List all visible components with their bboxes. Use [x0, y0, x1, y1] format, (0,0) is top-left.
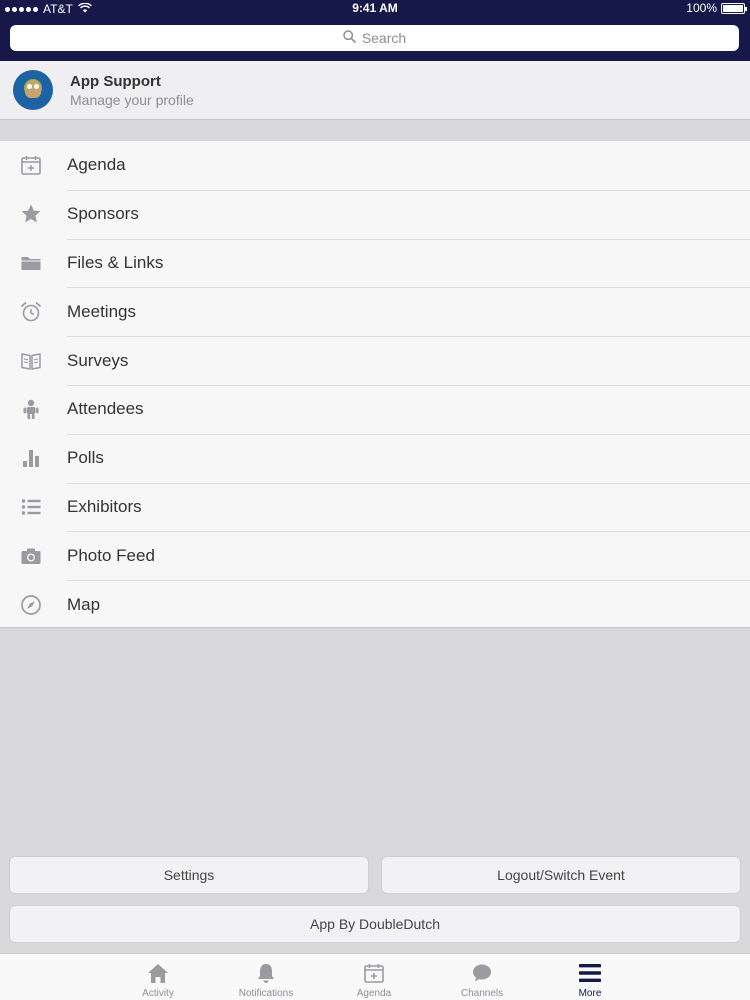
tab-label: More [578, 988, 602, 999]
settings-button[interactable]: Settings [9, 856, 369, 894]
menu-item-meetings[interactable]: Meetings [0, 287, 750, 336]
more-menu-list: Agenda Sponsors Files & Links Meetings S… [0, 140, 750, 628]
profile-subtitle: Manage your profile [70, 92, 194, 108]
header-bar: AT&T 9:41 AM 100% Search [0, 0, 750, 61]
menu-icon [578, 960, 602, 986]
tab-label: Activity [142, 988, 174, 999]
camera-icon [19, 544, 43, 568]
profile-name: App Support [70, 73, 161, 90]
status-time: 9:41 AM [352, 1, 398, 15]
menu-item-surveys[interactable]: Surveys [0, 336, 750, 385]
profile-row[interactable]: App Support Manage your profile [0, 61, 750, 120]
menu-item-map[interactable]: Map [0, 580, 750, 629]
folder-icon [19, 251, 43, 275]
app-by-doubledutch-button[interactable]: App By DoubleDutch [9, 905, 741, 943]
menu-item-label: Surveys [67, 350, 129, 370]
compass-icon [19, 593, 43, 617]
menu-item-files-links[interactable]: Files & Links [0, 238, 750, 288]
tab-label: Channels [460, 988, 504, 999]
menu-item-sponsors[interactable]: Sponsors [0, 189, 750, 239]
battery-icon [721, 2, 747, 14]
bar-chart-icon [19, 446, 43, 470]
home-icon [146, 960, 170, 986]
menu-item-label: Polls [67, 448, 104, 468]
menu-item-agenda[interactable]: Agenda [0, 141, 750, 190]
menu-item-label: Files & Links [67, 252, 164, 272]
alarm-clock-icon [19, 300, 43, 324]
menu-item-label: Map [67, 594, 101, 614]
menu-item-label: Attendees [67, 399, 144, 419]
tab-more[interactable]: More [545, 954, 635, 1000]
menu-item-label: Agenda [67, 155, 126, 175]
avatar [13, 70, 53, 110]
calendar-add-icon [19, 153, 43, 177]
calendar-add-icon [363, 960, 385, 986]
search-icon [343, 30, 356, 46]
tab-activity[interactable]: Activity [113, 954, 203, 1000]
menu-item-polls[interactable]: Polls [0, 433, 750, 483]
menu-item-exhibitors[interactable]: Exhibitors [0, 482, 750, 532]
tab-bar: Activity Notifications Agenda Channels M… [0, 953, 750, 1000]
person-icon [19, 397, 43, 421]
book-icon [19, 349, 43, 373]
star-icon [19, 202, 43, 226]
search-input[interactable]: Search [10, 25, 739, 51]
tab-notifications[interactable]: Notifications [221, 954, 311, 1000]
menu-item-photo-feed[interactable]: Photo Feed [0, 531, 750, 580]
menu-item-attendees[interactable]: Attendees [0, 384, 750, 434]
list-icon [19, 495, 43, 519]
chat-bubble-icon [471, 960, 493, 986]
menu-item-label: Sponsors [67, 204, 139, 224]
search-placeholder: Search [361, 30, 407, 46]
tab-agenda[interactable]: Agenda [329, 954, 419, 1000]
bell-icon [255, 960, 277, 986]
battery-label: 100% [686, 1, 717, 15]
status-right: 100% [686, 1, 747, 15]
menu-item-label: Exhibitors [67, 496, 142, 516]
tab-label: Notifications [238, 988, 294, 999]
logout-switch-event-button[interactable]: Logout/Switch Event [381, 856, 741, 894]
menu-item-label: Photo Feed [67, 545, 155, 565]
menu-item-label: Meetings [67, 301, 136, 321]
tab-channels[interactable]: Channels [437, 954, 527, 1000]
tab-label: Agenda [356, 988, 392, 999]
status-bar: AT&T 9:41 AM 100% [0, 0, 750, 18]
